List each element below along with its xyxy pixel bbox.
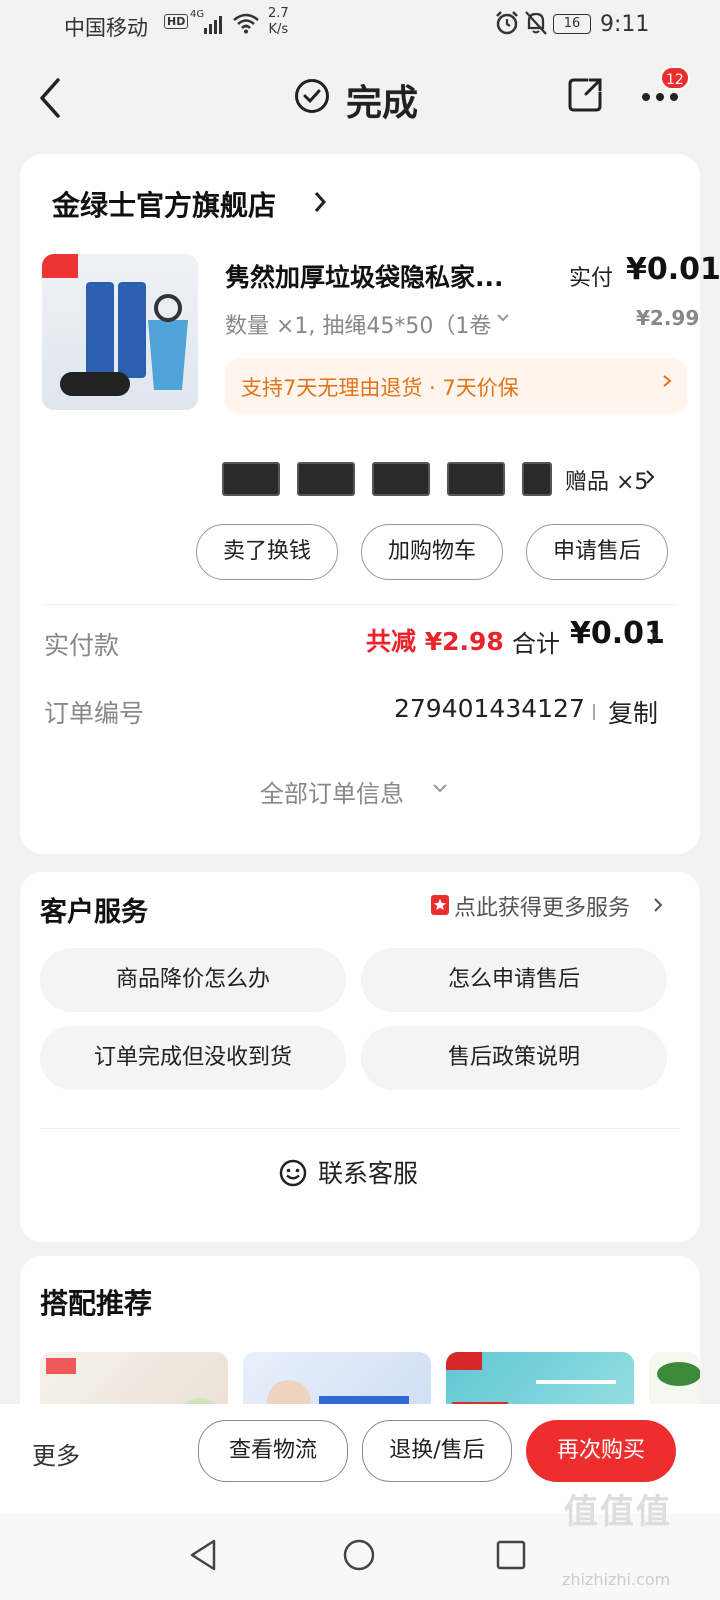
watermark-logo: 值值值 (564, 1492, 672, 1532)
service-option[interactable]: 怎么申请售后 (361, 948, 667, 1012)
wifi-icon (232, 12, 260, 39)
all-order-info-toggle[interactable]: 全部订单信息 (260, 774, 404, 809)
chevron-right-icon (312, 190, 328, 218)
order-number: 279401434127 (394, 694, 585, 723)
signal-icon (204, 14, 226, 39)
original-price: ¥2.99 (636, 306, 700, 330)
divider (42, 604, 678, 605)
mute-bell-icon (524, 10, 548, 41)
network-speed: 2.7 K/s (268, 6, 289, 38)
return-exchange-button[interactable]: 退换/售后 (362, 1420, 512, 1482)
watermark-url: zhizhizhi.com (562, 1570, 671, 1589)
chevron-down-icon (496, 306, 510, 332)
add-to-cart-button[interactable]: 加购物车 (361, 524, 503, 580)
guarantee-banner[interactable]: 支持7天无理由退货 · 7天价保 (225, 358, 687, 414)
copy-button[interactable]: 复制 (608, 694, 658, 730)
nav-home-icon[interactable] (342, 1538, 376, 1576)
back-arrow-icon[interactable] (38, 76, 64, 124)
more-button[interactable]: 更多 (32, 1436, 80, 1471)
page-title: 完成 (346, 83, 419, 124)
section-title: 客户服务 (40, 897, 148, 928)
check-circle-icon (294, 78, 330, 118)
top-nav: 完成 12 (0, 56, 720, 140)
paid-row-label: 实付款 (44, 631, 120, 660)
share-icon[interactable] (566, 76, 604, 118)
gift-item[interactable] (372, 462, 430, 496)
sell-button[interactable]: 卖了换钱 (196, 524, 338, 580)
gift-item[interactable] (222, 462, 280, 496)
total-label: 合计 (512, 630, 560, 658)
service-option[interactable]: 售后政策说明 (361, 1026, 667, 1090)
service-option[interactable]: 订单完成但没收到货 (40, 1026, 346, 1090)
customer-service-card: 客户服务 点此获得更多服务 商品降价怎么办 怎么申请售后 订单完成但没收到货 售… (20, 872, 700, 1242)
divider (40, 1128, 680, 1129)
chevron-right-icon (644, 466, 656, 492)
after-sale-button[interactable]: 申请售后 (526, 524, 668, 580)
chevron-right-icon[interactable] (652, 894, 664, 920)
separator (593, 704, 595, 720)
section-title: 搭配推荐 (40, 1287, 153, 1320)
product-title[interactable]: 隽然加厚垃圾袋隐私家... (225, 258, 525, 294)
shop-name[interactable]: 金绿士官方旗舰店 (52, 184, 276, 224)
clock: 9:11 (600, 12, 650, 37)
order-card: 金绿士官方旗舰店 隽然加厚垃圾袋隐私家... 实付 ¥0.01 数量 ×1, 抽… (20, 154, 720, 854)
speed-value: 2.7 (268, 6, 289, 21)
chevron-right-icon[interactable] (648, 626, 660, 652)
chevron-right-icon (661, 370, 673, 398)
gift-item[interactable] (297, 462, 355, 496)
gift-item[interactable] (522, 462, 552, 496)
service-flag-icon (430, 894, 450, 920)
battery-indicator: 16 (553, 14, 591, 34)
contact-service-button[interactable]: 联系客服 (318, 1154, 418, 1190)
hd-badge: HD (164, 14, 189, 29)
gift-item[interactable] (447, 462, 505, 496)
speed-unit: K/s (268, 22, 289, 37)
smiley-icon (278, 1158, 308, 1192)
carrier-name: 中国移动 (64, 16, 148, 40)
product-spec[interactable]: 数量 ×1, 抽绳45*50（1卷 (225, 308, 491, 340)
guarantee-text: 支持7天无理由退货 · 7天价保 (241, 376, 519, 400)
paid-amount: ¥0.01 (626, 252, 720, 287)
order-number-label: 订单编号 (44, 699, 145, 728)
gift-count[interactable]: 赠品 ×5 (565, 464, 648, 496)
chevron-down-icon (432, 780, 448, 800)
alarm-icon (494, 10, 520, 41)
more-services-link[interactable]: 点此获得更多服务 (454, 890, 630, 922)
paid-label: 实付 (569, 266, 614, 291)
view-logistics-button[interactable]: 查看物流 (198, 1420, 348, 1482)
notification-badge: 12 (660, 66, 690, 90)
status-bar: 中国移动 HD 4G 2.7 K/s 16 9:11 (0, 0, 720, 52)
saving-amount: 共减 ¥2.98 (366, 627, 504, 656)
nav-back-icon[interactable] (188, 1538, 220, 1576)
service-option[interactable]: 商品降价怎么办 (40, 948, 346, 1012)
product-image[interactable] (42, 254, 198, 410)
nav-recent-icon[interactable] (496, 1540, 526, 1574)
buy-again-button[interactable]: 再次购买 (526, 1420, 676, 1482)
network-type: 4G (190, 9, 205, 20)
